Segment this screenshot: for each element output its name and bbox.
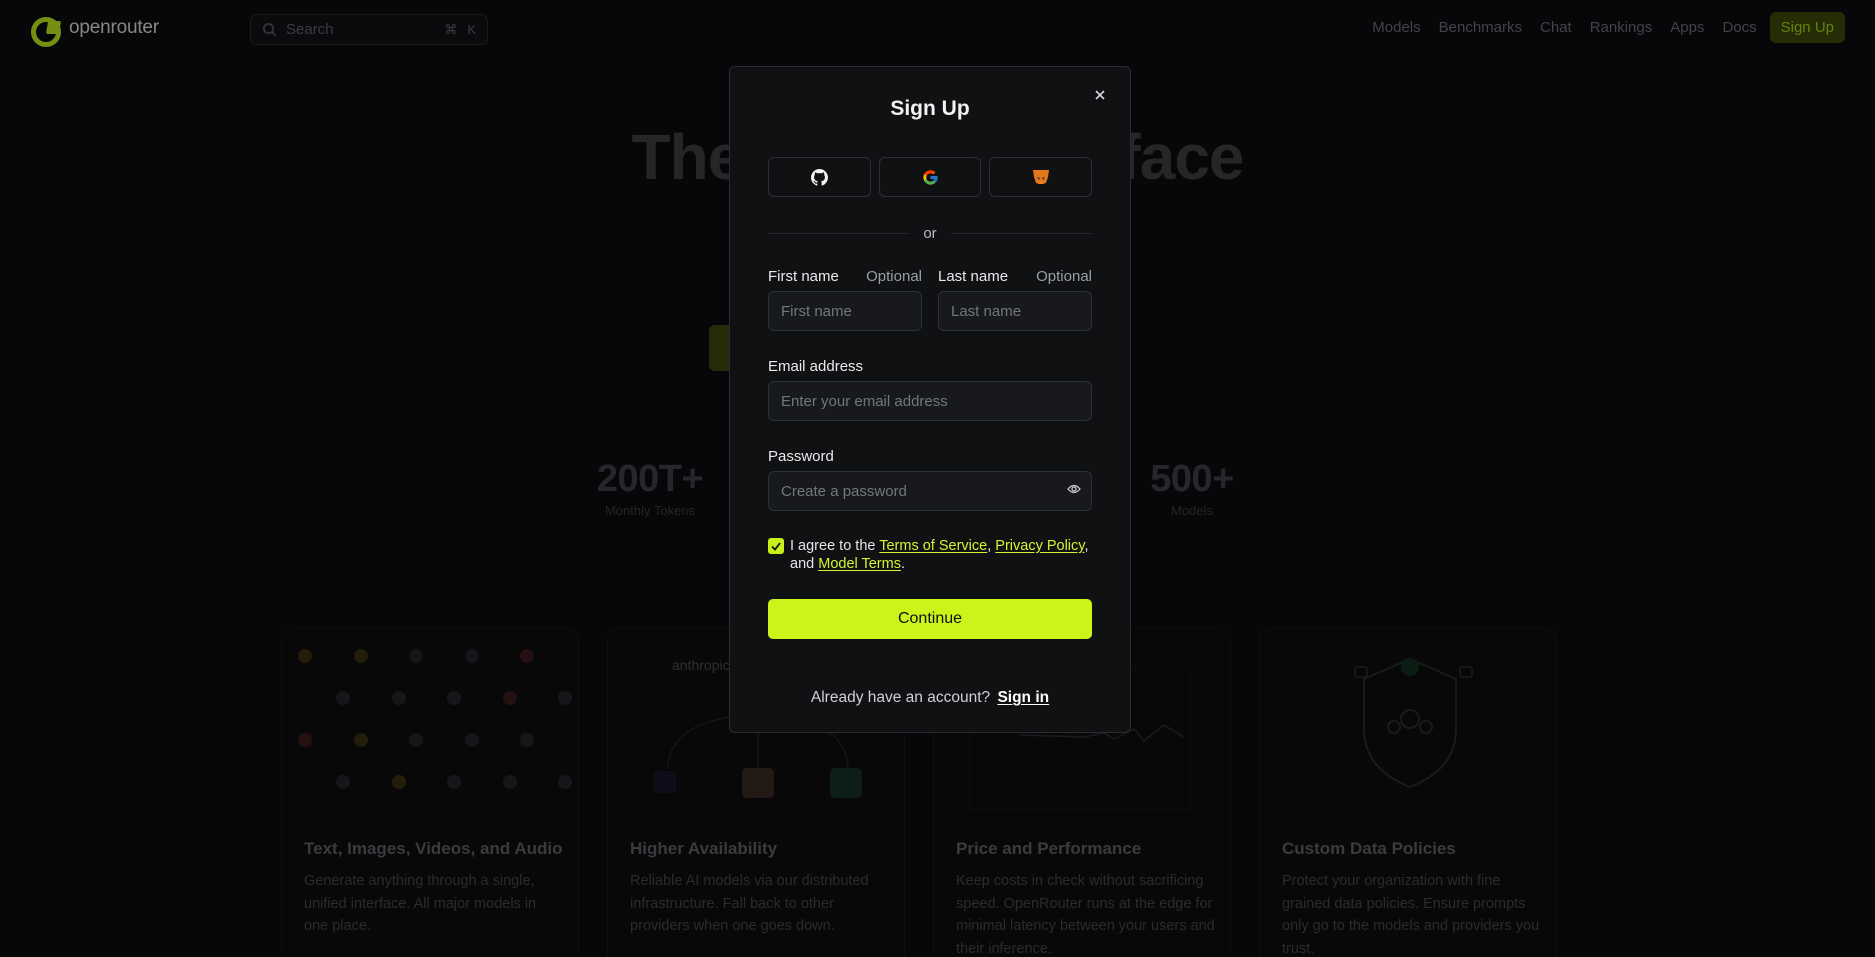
last-name-input[interactable]: [938, 291, 1092, 331]
continue-button[interactable]: Continue: [768, 599, 1092, 639]
or-divider: or: [768, 225, 1092, 242]
privacy-policy-link[interactable]: Privacy Policy: [995, 538, 1084, 554]
password-label: Password: [768, 448, 834, 465]
oauth-buttons: [768, 157, 1093, 197]
password-group: Password: [768, 448, 1092, 511]
google-icon: [922, 169, 938, 185]
terms-agreement: I agree to the Terms of Service, Privacy…: [768, 537, 1092, 573]
terms-of-service-link[interactable]: Terms of Service: [879, 538, 987, 554]
metamask-signup-button[interactable]: [989, 157, 1093, 197]
first-name-group: First name Optional: [768, 268, 922, 331]
metamask-icon: [1032, 169, 1049, 184]
check-icon: [771, 541, 781, 551]
email-label: Email address: [768, 358, 864, 375]
eye-icon: [1067, 484, 1081, 494]
github-signup-button[interactable]: [768, 157, 871, 197]
last-name-label: Last name: [938, 268, 1009, 285]
signin-prompt-text: Already have an account?: [810, 689, 991, 706]
show-password-toggle[interactable]: [1066, 481, 1082, 497]
email-group: Email address: [768, 358, 1092, 421]
password-input[interactable]: [768, 471, 1092, 511]
signin-link[interactable]: Sign in: [997, 689, 1049, 706]
signup-modal: Sign Up or First name Optional First nam…: [729, 66, 1131, 733]
email-input[interactable]: [768, 381, 1092, 421]
terms-checkbox[interactable]: [768, 538, 784, 554]
first-name-input[interactable]: [768, 291, 922, 331]
divider-label: or: [923, 225, 937, 242]
last-name-group: Last name Optional: [938, 268, 1092, 331]
github-icon: [810, 168, 828, 186]
terms-text: I agree to the Terms of Service, Privacy…: [790, 538, 1089, 572]
google-signup-button[interactable]: [878, 157, 982, 197]
modal-title: Sign Up: [890, 97, 970, 120]
first-name-optional: Optional: [866, 268, 922, 285]
model-terms-link[interactable]: Model Terms: [818, 556, 901, 572]
signin-prompt: Already have an account? Sign in: [730, 689, 1130, 707]
last-name-optional: Optional: [1036, 268, 1092, 285]
first-name-label: First name: [768, 268, 839, 285]
